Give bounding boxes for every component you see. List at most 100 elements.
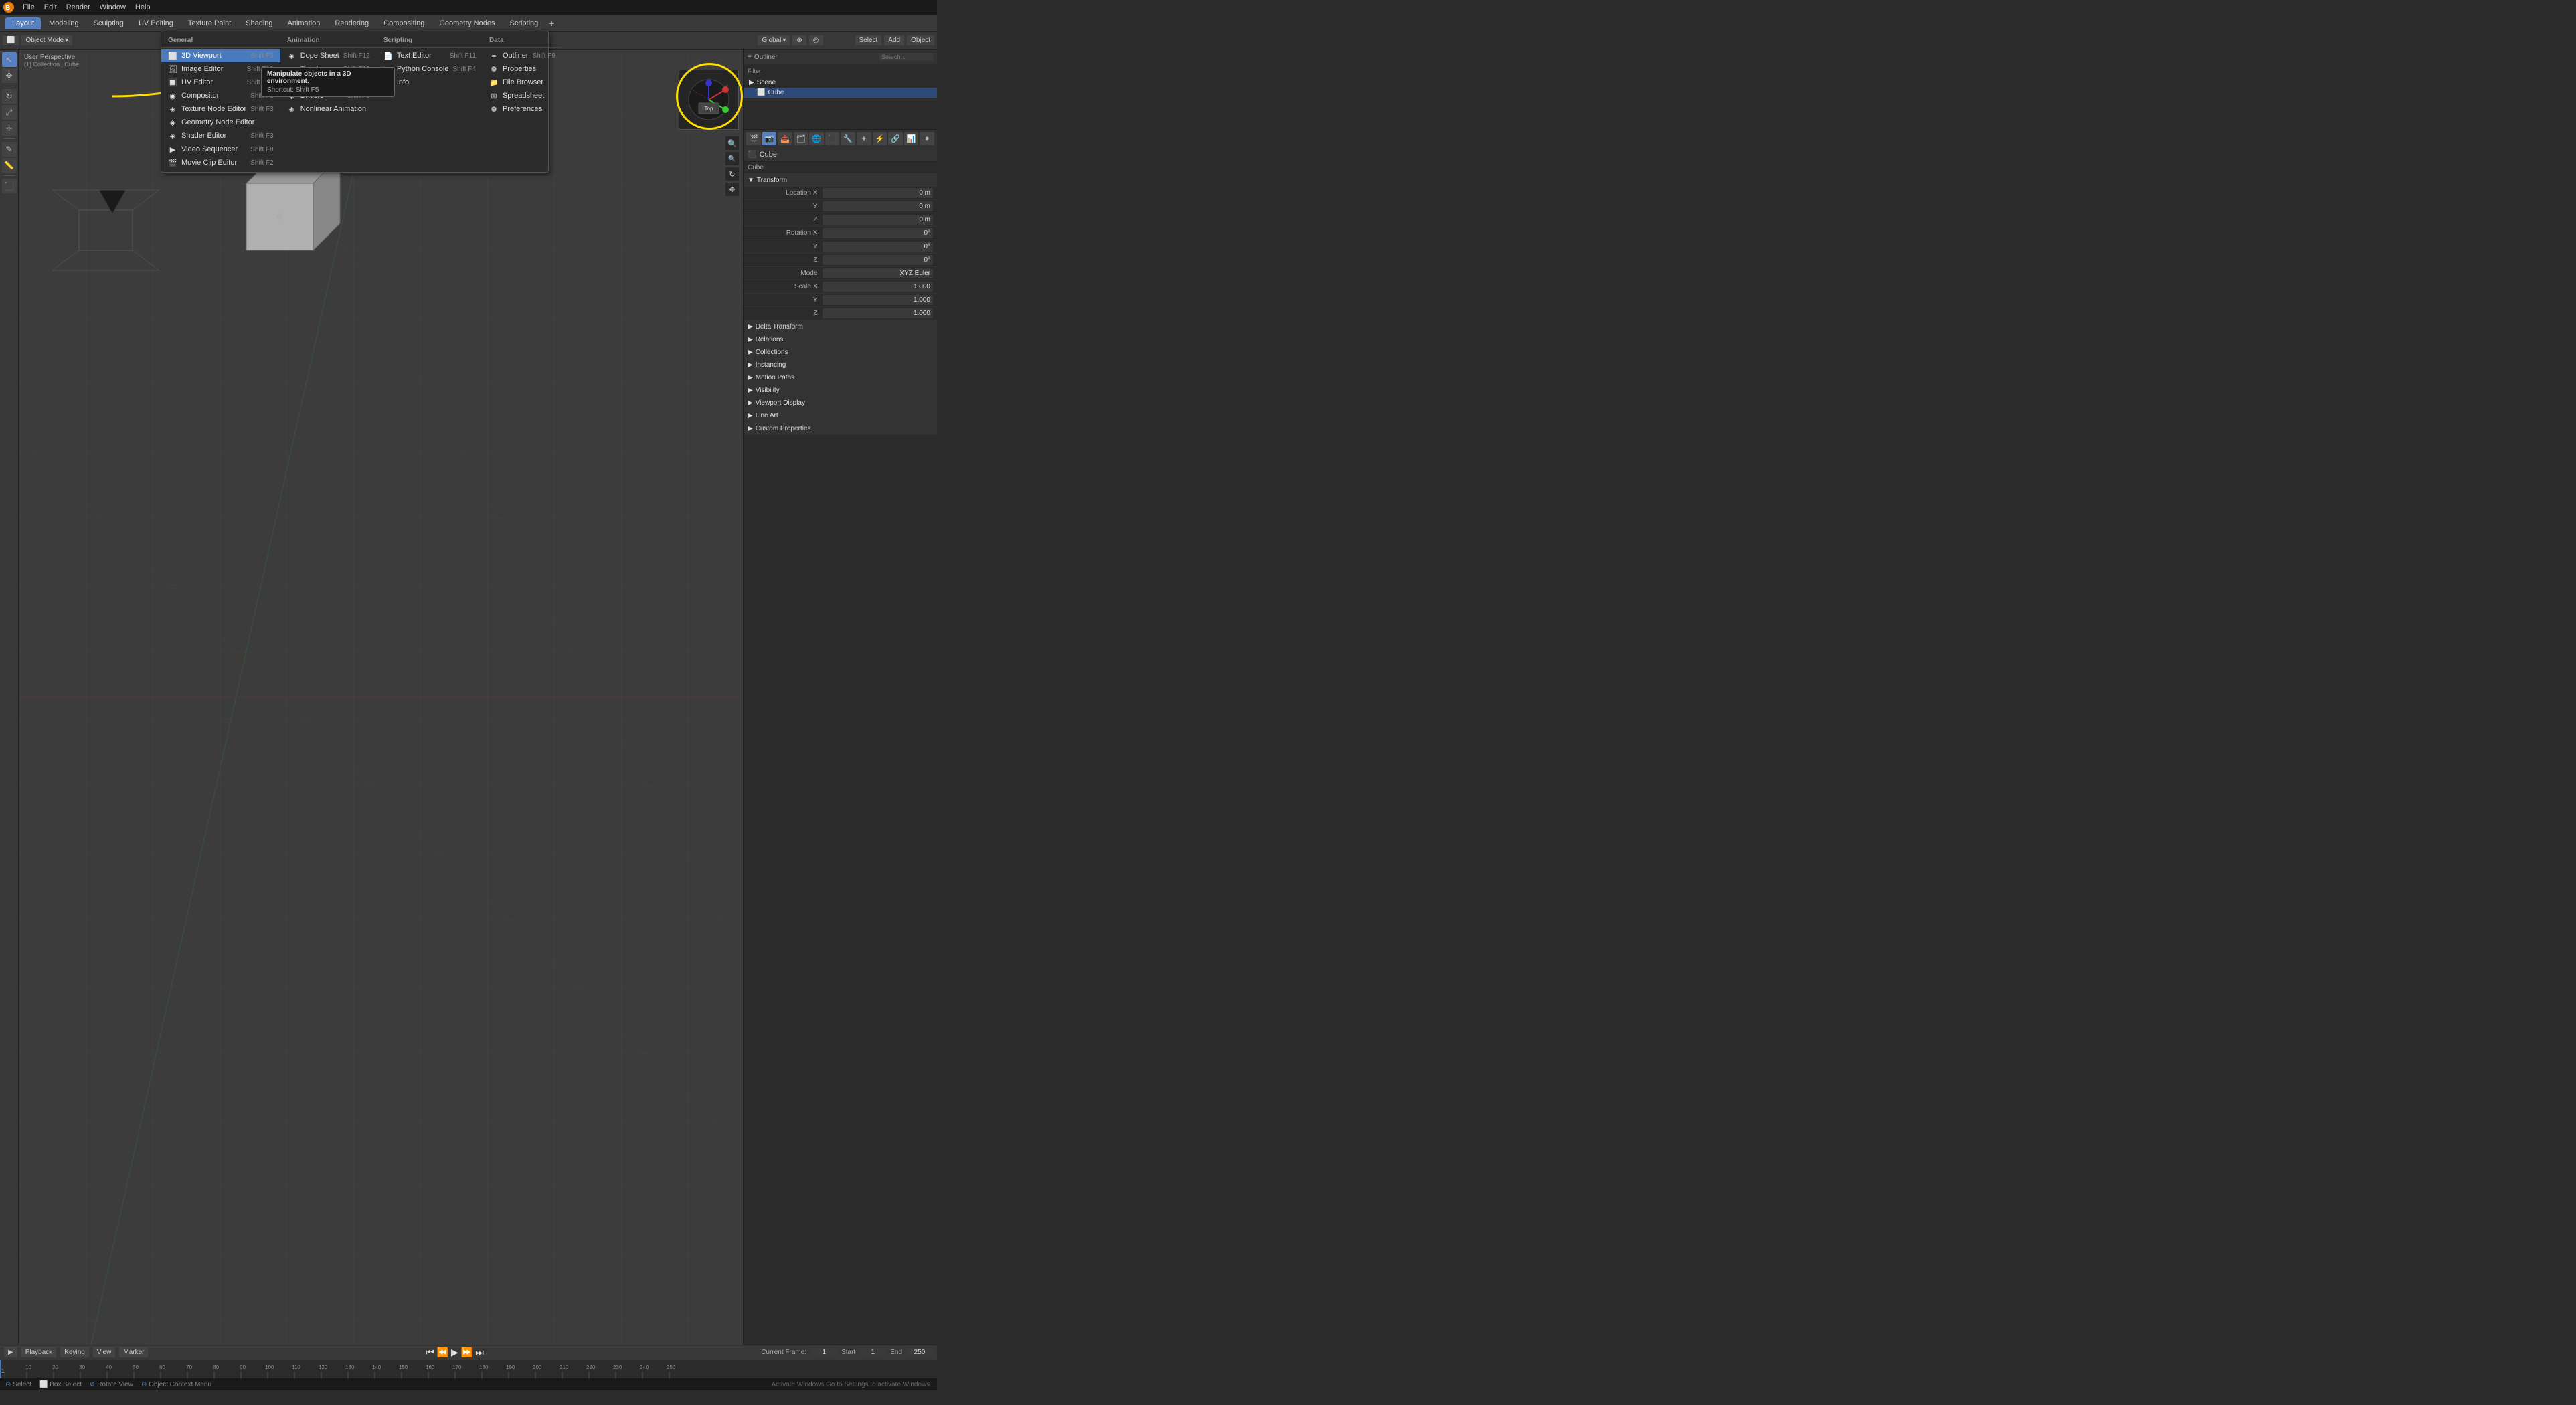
dropdown-text-editor[interactable]: 📄 Text Editor Shift F11	[377, 49, 483, 62]
prop-scene-btn[interactable]: 🎬	[746, 132, 761, 145]
tab-uv-editing[interactable]: UV Editing	[132, 17, 180, 29]
location-x-value[interactable]: 0 m	[823, 188, 933, 198]
prop-world-btn[interactable]: 🌐	[809, 132, 824, 145]
editor-type-button[interactable]: ⬜	[3, 35, 19, 45]
location-z-value[interactable]: 0 m	[823, 215, 933, 225]
scale-x-value[interactable]: 1.000	[823, 282, 933, 292]
global-orient-button[interactable]: Global ▾	[758, 35, 790, 45]
prop-constraints-btn[interactable]: 🔗	[888, 132, 903, 145]
dropdown-shader-editor[interactable]: ◈ Shader Editor Shift F3	[161, 129, 280, 143]
dropdown-texture-node-editor[interactable]: ◈ Texture Node Editor Shift F3	[161, 102, 280, 116]
prev-frame-btn[interactable]: ⏪	[437, 1347, 448, 1358]
scale-z-value[interactable]: 1.000	[823, 308, 933, 318]
move-tool[interactable]: ✥	[2, 68, 17, 83]
select-menu-button[interactable]: Select	[855, 35, 882, 45]
outliner-search-input[interactable]	[879, 53, 933, 61]
dropdown-dope-sheet[interactable]: ◈ Dope Sheet Shift F12	[280, 49, 377, 62]
add-menu-button[interactable]: Add	[884, 35, 904, 45]
custom-props-section[interactable]: ▶ Custom Properties	[744, 422, 937, 435]
prop-particles-btn[interactable]: ✦	[857, 132, 871, 145]
tab-rendering[interactable]: Rendering	[328, 17, 375, 29]
viewport-rotate-icon[interactable]: ↻	[725, 167, 739, 181]
jump-start-btn[interactable]: ⏮	[426, 1347, 434, 1358]
dropdown-spreadsheet[interactable]: ⊞ Spreadsheet	[483, 89, 562, 102]
menu-edit[interactable]: Edit	[40, 2, 61, 13]
relations-section[interactable]: ▶ Relations	[744, 333, 937, 346]
timeline-view-menu[interactable]: View	[93, 1347, 116, 1357]
tab-shading[interactable]: Shading	[239, 17, 279, 29]
dropdown-3d-viewport[interactable]: ⬜ 3D Viewport Shift F5	[161, 49, 280, 62]
viewport-3d[interactable]: User Perspective (1) Collection | Cube	[19, 50, 743, 1345]
prop-physics-btn[interactable]: ⚡	[873, 132, 887, 145]
prop-view-layer-btn[interactable]: 🗂	[794, 132, 808, 145]
measure-tool[interactable]: 📏	[2, 158, 17, 173]
prop-render-btn[interactable]: 📷	[762, 132, 777, 145]
end-frame-input[interactable]	[906, 1348, 933, 1357]
menu-window[interactable]: Window	[96, 2, 130, 13]
rotation-mode-value[interactable]: XYZ Euler	[823, 268, 933, 278]
dropdown-movie-clip-editor[interactable]: 🎬 Movie Clip Editor Shift F2	[161, 156, 280, 169]
object-mode-button[interactable]: Object Mode ▾	[21, 35, 72, 45]
tab-sculpting[interactable]: Sculpting	[87, 17, 131, 29]
prop-output-btn[interactable]: 📤	[778, 132, 792, 145]
transform-tool[interactable]: ✛	[2, 121, 17, 136]
current-frame-input[interactable]	[810, 1348, 837, 1357]
visibility-section[interactable]: ▶ Visibility	[744, 384, 937, 397]
rotation-x-value[interactable]: 0°	[823, 228, 933, 238]
dropdown-nonlinear-animation[interactable]: ◈ Nonlinear Animation	[280, 102, 377, 116]
viewport-move-icon[interactable]: ✥	[725, 183, 739, 196]
viewport-display-section[interactable]: ▶ Viewport Display	[744, 397, 937, 409]
play-btn[interactable]: ▶	[451, 1347, 458, 1358]
dropdown-properties[interactable]: ⚙ Properties	[483, 62, 562, 76]
jump-end-btn[interactable]: ⏭	[475, 1347, 484, 1358]
rotate-tool[interactable]: ↻	[2, 89, 17, 104]
outliner-item-cube[interactable]: ⬜ Cube	[744, 88, 937, 98]
transform-section-title[interactable]: ▼ Transform	[744, 174, 937, 187]
tab-modeling[interactable]: Modeling	[42, 17, 86, 29]
start-frame-input[interactable]	[859, 1348, 886, 1357]
menu-file[interactable]: File	[19, 2, 39, 13]
location-y-value[interactable]: 0 m	[823, 201, 933, 211]
annotate-tool[interactable]: ✎	[2, 142, 17, 157]
cursor-tool[interactable]: ↖	[2, 52, 17, 67]
cube-name-field[interactable]: Cube	[748, 164, 933, 171]
keying-menu[interactable]: Keying	[60, 1347, 89, 1357]
prop-modifier-btn[interactable]: 🔧	[841, 132, 855, 145]
editor-type-dropdown[interactable]: General ⬜ 3D Viewport Shift F5 🖼 Image E…	[161, 31, 549, 173]
object-menu-button[interactable]: Object	[907, 35, 934, 45]
dropdown-preferences[interactable]: ⚙ Preferences	[483, 102, 562, 116]
scale-y-value[interactable]: 1.000	[823, 295, 933, 305]
collections-section[interactable]: ▶ Collections	[744, 346, 937, 359]
menu-help[interactable]: Help	[131, 2, 155, 13]
line-art-section[interactable]: ▶ Line Art	[744, 409, 937, 422]
dropdown-file-browser[interactable]: 📁 File Browser	[483, 76, 562, 89]
timeline-ruler[interactable]: 1 10 20 30 40 50 60 70 80 90 100 110 120	[0, 1360, 937, 1378]
next-frame-btn[interactable]: ⏩	[461, 1347, 473, 1358]
add-tab-button[interactable]: +	[546, 18, 557, 29]
prop-material-btn[interactable]: ●	[920, 132, 934, 145]
dropdown-outliner[interactable]: ≡ Outliner Shift F9	[483, 49, 562, 62]
instancing-section[interactable]: ▶ Instancing	[744, 359, 937, 371]
prop-object-btn[interactable]: ⬛	[825, 132, 840, 145]
viewport-zoom-out[interactable]: 🔍	[725, 152, 739, 165]
timeline-editor-type[interactable]: ▶	[4, 1347, 17, 1357]
rotation-y-value[interactable]: 0°	[823, 242, 933, 252]
rotation-z-value[interactable]: 0°	[823, 255, 933, 265]
outliner-item-scene[interactable]: ▶ Scene	[744, 78, 937, 88]
prop-data-btn[interactable]: 📊	[904, 132, 919, 145]
motion-paths-section[interactable]: ▶ Motion Paths	[744, 371, 937, 384]
tab-animation[interactable]: Animation	[281, 17, 327, 29]
add-cube-tool[interactable]: ⬛	[2, 179, 17, 193]
snap-button[interactable]: ⊕	[792, 35, 806, 45]
tab-geometry-nodes[interactable]: Geometry Nodes	[432, 17, 501, 29]
proportional-edit-button[interactable]: ◎	[809, 35, 823, 45]
dropdown-geometry-node-editor[interactable]: ◈ Geometry Node Editor	[161, 116, 280, 129]
menu-render[interactable]: Render	[62, 2, 94, 13]
tab-compositing[interactable]: Compositing	[377, 17, 431, 29]
tab-layout[interactable]: Layout	[5, 17, 41, 29]
playback-menu[interactable]: Playback	[21, 1347, 57, 1357]
marker-menu[interactable]: Marker	[119, 1347, 148, 1357]
delta-transform-section[interactable]: ▶ Delta Transform	[744, 320, 937, 333]
scale-tool[interactable]: ⤢	[2, 105, 17, 120]
tab-scripting[interactable]: Scripting	[503, 17, 545, 29]
